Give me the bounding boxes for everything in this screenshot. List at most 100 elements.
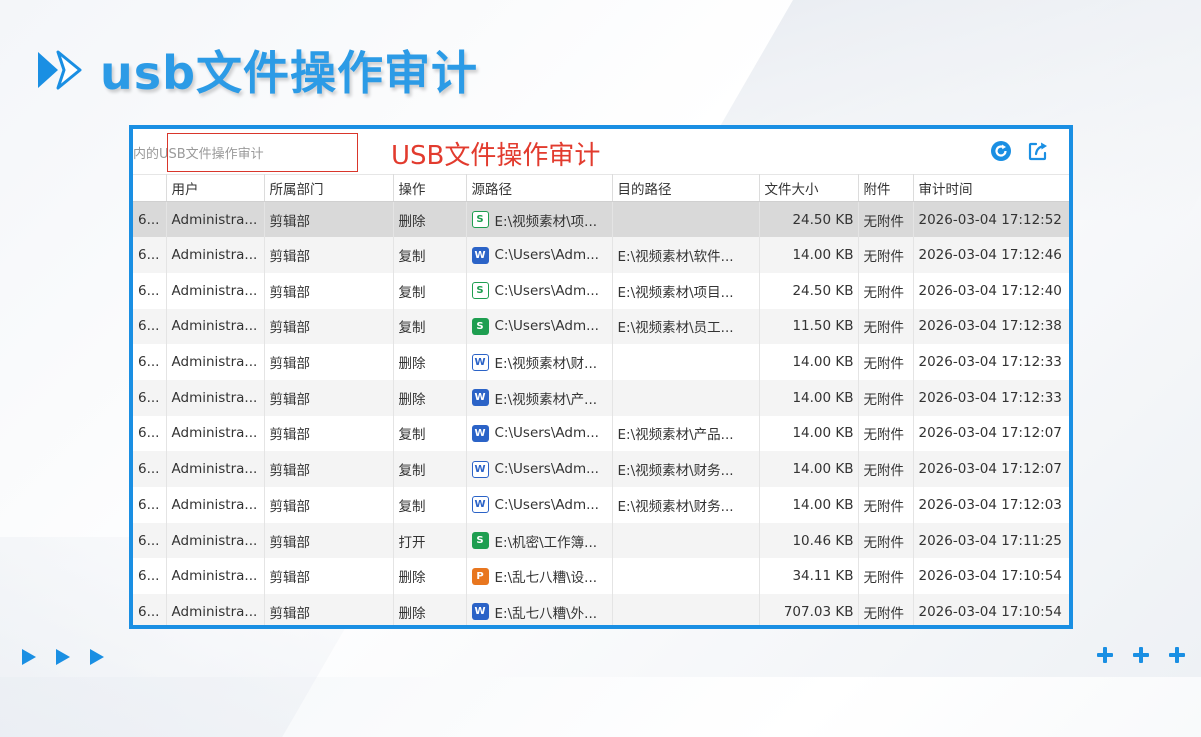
table-row[interactable]: 6... Administra... 剪辑部 复制 W C:\Users\Adm... E:… xyxy=(133,451,1069,487)
column-header-time[interactable]: 审计时间 xyxy=(913,174,1069,202)
table-row[interactable]: 6... Administra... 剪辑部 删除 W E:\视频素材\产... 14.00… xyxy=(133,379,1069,416)
audit-time-cell: 2026-03-04 17:11:25 xyxy=(913,522,1069,559)
bottom-right-decoration xyxy=(1097,647,1185,663)
word-file-icon: W xyxy=(471,353,489,371)
excel-file-icon: S xyxy=(471,532,489,550)
id-cell: 6... xyxy=(133,379,167,416)
table-row[interactable]: 6... Administra... 剪辑部 复制 S C:\Users\Adm... E:… xyxy=(133,272,1069,309)
column-header-id[interactable] xyxy=(133,174,167,202)
dept-cell: 剪辑部 xyxy=(264,201,394,238)
attachment-cell: 无附件 xyxy=(858,594,914,625)
user-cell: Administra... xyxy=(166,344,265,380)
id-cell: 6... xyxy=(133,201,167,238)
dept-cell: 剪辑部 xyxy=(264,451,394,487)
file-size-cell: 14.00 KB xyxy=(759,487,859,523)
column-header-attach[interactable]: 附件 xyxy=(858,174,914,202)
table-row[interactable]: 6... Administra... 剪辑部 打开 S E:\机密\工作簿... 10.46… xyxy=(133,522,1069,559)
destination-path-cell xyxy=(612,344,760,380)
user-cell: Administra... xyxy=(166,201,265,238)
source-path-text: C:\Users\Adm... xyxy=(494,461,599,478)
destination-path-cell xyxy=(612,594,760,625)
table-row[interactable]: 6... Administra... 剪辑部 删除 W E:\乱七八糟\外... 707.0… xyxy=(133,594,1069,625)
audit-time-cell: 2026-03-04 17:10:54 xyxy=(913,594,1069,625)
word-file-icon: W xyxy=(471,460,489,478)
dept-cell: 剪辑部 xyxy=(264,308,394,345)
refresh-icon[interactable] xyxy=(990,140,1012,162)
source-path-text: C:\Users\Adm... xyxy=(494,318,599,335)
attachment-cell: 无附件 xyxy=(858,522,914,559)
file-size-cell: 707.03 KB xyxy=(759,594,859,625)
table-row[interactable]: 6... Administra... 剪辑部 删除 P E:\乱七八糟\设... 34.11… xyxy=(133,558,1069,595)
play-icon xyxy=(56,649,70,665)
table-row[interactable]: 6... Administra... 剪辑部 复制 W C:\Users\Adm... E:… xyxy=(133,415,1069,452)
excel-file-icon: S xyxy=(471,317,489,335)
table-row[interactable]: 6... Administra... 剪辑部 复制 W C:\Users\Adm... E:… xyxy=(133,487,1069,523)
column-header-src[interactable]: 源路径 xyxy=(466,174,613,202)
file-size-cell: 24.50 KB xyxy=(759,272,859,309)
attachment-cell: 无附件 xyxy=(858,451,914,487)
attachment-cell: 无附件 xyxy=(858,415,914,452)
attachment-cell: 无附件 xyxy=(858,272,914,309)
id-cell: 6... xyxy=(133,558,167,595)
source-path-text: C:\Users\Adm... xyxy=(494,425,599,442)
operation-cell: 删除 xyxy=(393,379,467,416)
column-header-op[interactable]: 操作 xyxy=(393,174,467,202)
operation-cell: 删除 xyxy=(393,594,467,625)
toolbar: 内的USB文件操作审计 USB文件操作审计 xyxy=(133,129,1069,174)
column-header-dept[interactable]: 所属部门 xyxy=(264,174,394,202)
table-header: 用户 所属部门 操作 源路径 目的路径 文件大小 附件 审计时间 xyxy=(133,174,1069,202)
column-header-dst[interactable]: 目的路径 xyxy=(612,174,760,202)
plus-icon xyxy=(1133,647,1149,663)
source-path-text: E:\视频素材\项... xyxy=(494,213,598,230)
source-path-cell: W C:\Users\Adm... xyxy=(466,487,613,523)
attachment-cell: 无附件 xyxy=(858,201,914,238)
user-cell: Administra... xyxy=(166,487,265,523)
audit-time-cell: 2026-03-04 17:12:07 xyxy=(913,451,1069,487)
source-path-text: C:\Users\Adm... xyxy=(494,496,599,513)
column-header-user[interactable]: 用户 xyxy=(166,174,265,202)
slide-title: usb文件操作审计 xyxy=(36,40,478,100)
table-row[interactable]: 6... Administra... 剪辑部 复制 W C:\Users\Adm... E:… xyxy=(133,237,1069,273)
destination-path-cell: E:\视频素材\软件... xyxy=(612,237,760,273)
dept-cell: 剪辑部 xyxy=(264,237,394,273)
id-cell: 6... xyxy=(133,415,167,452)
id-cell: 6... xyxy=(133,487,167,523)
excel-file-icon: S xyxy=(471,211,489,229)
source-path-cell: W C:\Users\Adm... xyxy=(466,451,613,487)
word-file-icon: W xyxy=(471,389,489,407)
id-cell: 6... xyxy=(133,344,167,380)
file-size-cell: 14.00 KB xyxy=(759,451,859,487)
source-path-cell: S C:\Users\Adm... xyxy=(466,272,613,309)
operation-cell: 复制 xyxy=(393,415,467,452)
attachment-cell: 无附件 xyxy=(858,379,914,416)
audit-time-cell: 2026-03-04 17:12:03 xyxy=(913,487,1069,523)
destination-path-cell xyxy=(612,379,760,416)
source-path-cell: S E:\视频素材\项... xyxy=(466,201,613,238)
user-cell: Administra... xyxy=(166,237,265,273)
bottom-left-decoration xyxy=(22,649,104,665)
file-size-cell: 14.00 KB xyxy=(759,415,859,452)
destination-path-cell: E:\视频素材\产品... xyxy=(612,415,760,452)
source-path-text: E:\乱七八糟\设... xyxy=(494,570,598,587)
audit-time-cell: 2026-03-04 17:12:33 xyxy=(913,379,1069,416)
audit-time-cell: 2026-03-04 17:12:52 xyxy=(913,201,1069,238)
export-icon[interactable] xyxy=(1027,140,1049,162)
audit-time-cell: 2026-03-04 17:10:54 xyxy=(913,558,1069,595)
source-path-text: E:\机密\工作簿... xyxy=(494,534,598,551)
table-row[interactable]: 6... Administra... 剪辑部 删除 S E:\视频素材\项... 24.50… xyxy=(133,201,1069,238)
source-path-cell: S E:\机密\工作簿... xyxy=(466,522,613,559)
dept-cell: 剪辑部 xyxy=(264,558,394,595)
plus-icon xyxy=(1097,647,1113,663)
attachment-cell: 无附件 xyxy=(858,558,914,595)
attachment-cell: 无附件 xyxy=(858,487,914,523)
audit-time-cell: 2026-03-04 17:12:46 xyxy=(913,237,1069,273)
column-header-size[interactable]: 文件大小 xyxy=(759,174,859,202)
table-row[interactable]: 6... Administra... 剪辑部 复制 S C:\Users\Adm... E:… xyxy=(133,308,1069,345)
source-path-cell: W E:\视频素材\财... xyxy=(466,344,613,380)
destination-path-cell: E:\视频素材\项目... xyxy=(612,272,760,309)
user-cell: Administra... xyxy=(166,379,265,416)
destination-path-cell: E:\视频素材\员工... xyxy=(612,308,760,345)
source-path-cell: W C:\Users\Adm... xyxy=(466,415,613,452)
user-cell: Administra... xyxy=(166,415,265,452)
table-row[interactable]: 6... Administra... 剪辑部 删除 W E:\视频素材\财... 14.00… xyxy=(133,344,1069,380)
